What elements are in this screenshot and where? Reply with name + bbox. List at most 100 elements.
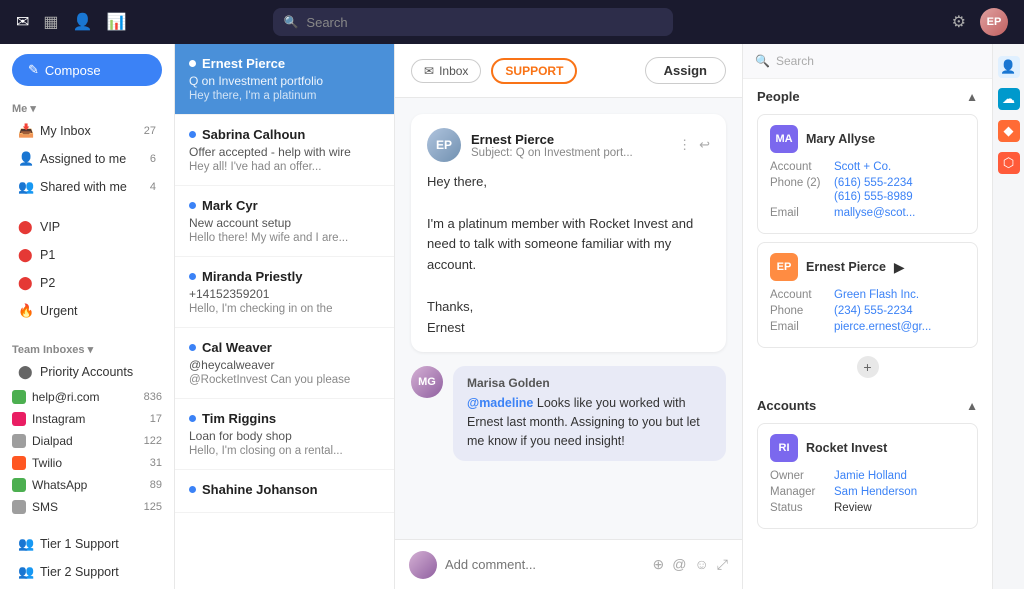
mary-account-row: Account Scott + Co. [770, 161, 965, 173]
conv-item-tim[interactable]: Tim Riggins Loan for body shop Hello, I'… [175, 399, 394, 470]
assigned-icon: 👤 [18, 151, 34, 167]
top-search-input[interactable] [306, 15, 663, 30]
settings-icon[interactable]: ⚙ [952, 12, 966, 32]
sidebar-priority-accounts[interactable]: ⬤ Priority Accounts [6, 359, 168, 385]
assign-button[interactable]: Assign [645, 57, 726, 84]
conv-item-ernest-active[interactable]: Ernest Pierce Q on Investment portfolio … [175, 44, 394, 115]
rocket-avatar: RI [770, 434, 798, 462]
add-person-button[interactable]: + [857, 356, 879, 378]
sidebar-item-my-inbox[interactable]: 📥 My Inbox 27 [6, 118, 168, 144]
sidebar-item-assigned[interactable]: 👤 Assigned to me 6 [6, 146, 168, 172]
contacts-icon[interactable]: 👤 [998, 56, 1020, 78]
comment-action-icons: ⊕ @ ☺ ⤢ [653, 556, 728, 573]
conv-header-cal: Cal Weaver [189, 340, 380, 355]
message-body-line2: I'm a platinum member with Rocket Invest… [427, 214, 710, 276]
rocket-owner-row: Owner Jamie Holland [770, 470, 965, 482]
shared-label: Shared with me [40, 180, 144, 194]
assigned-label: Assigned to me [40, 152, 144, 166]
rocket-status-key: Status [770, 502, 828, 514]
sidebar-tier1[interactable]: 👥 Tier 1 Support [6, 531, 168, 557]
right-search-icon: 🔍 [755, 54, 770, 68]
sidebar-inbox-help[interactable]: help@ri.com 836 [0, 386, 174, 408]
message-body: Hey there, I'm a platinum member with Ro… [427, 172, 710, 338]
mary-avatar: MA [770, 125, 798, 153]
dialpad-label: Dialpad [32, 434, 138, 448]
conv-name-ernest: Ernest Pierce [202, 56, 285, 71]
whatsapp-icon [12, 478, 26, 492]
dialpad-count: 122 [144, 435, 162, 447]
sidebar-item-urgent[interactable]: 🔥 Urgent [6, 298, 168, 324]
hubspot-icon[interactable]: ⬡ [998, 152, 1020, 174]
inbox-badge[interactable]: ✉ Inbox [411, 59, 481, 83]
sidebar-item-vip[interactable]: ⬤ VIP [6, 214, 168, 240]
compose-button[interactable]: ✎ Compose [12, 54, 162, 86]
whatsapp-count: 89 [150, 479, 162, 491]
diamond-icon[interactable]: ◆ [998, 120, 1020, 142]
priority-label: Priority Accounts [40, 365, 156, 379]
chart-icon[interactable]: 📊 [106, 12, 126, 32]
comment-input[interactable] [445, 557, 645, 572]
sidebar-inbox-instagram[interactable]: Instagram 17 [0, 408, 174, 430]
cloud-icon[interactable]: ☁ [998, 88, 1020, 110]
conv-subject-sabrina: Offer accepted - help with wire [189, 145, 380, 159]
conv-name-cal: Cal Weaver [202, 340, 272, 355]
right-search-input[interactable] [776, 54, 980, 68]
comment-avatar [409, 551, 437, 579]
rocket-manager-row: Manager Sam Henderson [770, 486, 965, 498]
people-section: People ▲ MA Mary Allyse Account Scott + … [743, 79, 992, 388]
people-collapse-icon[interactable]: ▲ [966, 90, 978, 104]
accounts-section-title: Accounts [757, 398, 816, 413]
sidebar-tier2[interactable]: 👥 Tier 2 Support [6, 559, 168, 585]
accounts-section-header: Accounts ▲ [757, 398, 978, 413]
sidebar-item-p1[interactable]: ⬤ P1 [6, 242, 168, 268]
conv-item-cal[interactable]: Cal Weaver @heycalweaver @RocketInvest C… [175, 328, 394, 399]
user-icon[interactable]: 👤 [73, 12, 93, 32]
message-body-line1: Hey there, [427, 172, 710, 193]
reply-icon[interactable]: ↩ [699, 137, 710, 153]
conv-name-miranda: Miranda Priestly [202, 269, 302, 284]
accounts-collapse-icon[interactable]: ▲ [966, 399, 978, 413]
accounts-section: Accounts ▲ RI Rocket Invest Owner Jamie … [743, 388, 992, 547]
reply-sender-name: Marisa Golden [467, 376, 712, 390]
conv-item-sabrina[interactable]: Sabrina Calhoun Offer accepted - help wi… [175, 115, 394, 186]
conv-item-miranda[interactable]: Miranda Priestly +14152359201 Hello, I'm… [175, 257, 394, 328]
expand-icon[interactable]: ⤢ [717, 556, 728, 573]
sidebar-inbox-dialpad[interactable]: Dialpad 122 [0, 430, 174, 452]
support-badge[interactable]: SUPPORT [491, 58, 577, 84]
sticker-icon[interactable]: ☺ [695, 556, 709, 573]
people-section-title: People [757, 89, 800, 104]
help-inbox-count: 836 [144, 391, 162, 403]
rocket-name: Rocket Invest [806, 441, 887, 455]
at-icon[interactable]: @ [672, 556, 686, 573]
vip-icon: ⬤ [18, 219, 34, 235]
sidebar-inbox-whatsapp[interactable]: WhatsApp 89 [0, 474, 174, 496]
sms-icon [12, 500, 26, 514]
message-sender-avatar: EP [427, 128, 461, 162]
grid-icon[interactable]: ▦ [43, 12, 58, 32]
conv-item-mark[interactable]: Mark Cyr New account setup Hello there! … [175, 186, 394, 257]
sidebar-item-p2[interactable]: ⬤ P2 [6, 270, 168, 296]
comment-bar: ⊕ @ ☺ ⤢ [395, 539, 742, 589]
rocket-manager-val: Sam Henderson [834, 486, 917, 498]
mary-phone-val: (616) 555-2234 (616) 555-8989 [834, 177, 913, 203]
conv-subject-mark: New account setup [189, 216, 380, 230]
p2-icon: ⬤ [18, 275, 34, 291]
conv-dot-sabrina [189, 131, 196, 138]
message-body-line4: Ernest [427, 318, 710, 339]
sidebar-inbox-twilio[interactable]: Twilio 31 [0, 452, 174, 474]
sidebar-item-shared[interactable]: 👥 Shared with me 4 [6, 174, 168, 200]
ernest-email-row: Email pierce.ernest@gr... [770, 321, 965, 333]
avatar[interactable]: EP [980, 8, 1008, 36]
emoji-icon[interactable]: ⊕ [653, 556, 665, 573]
sidebar-inbox-sms[interactable]: SMS 125 [0, 496, 174, 518]
message-actions: ⋮ ↩ [678, 137, 710, 153]
top-search-bar[interactable]: 🔍 [273, 8, 673, 36]
conv-name-sabrina: Sabrina Calhoun [202, 127, 305, 142]
conv-header-miranda: Miranda Priestly [189, 269, 380, 284]
conv-item-shahine[interactable]: Shahine Johanson [175, 470, 394, 513]
mail-icon[interactable]: ✉ [16, 12, 29, 32]
my-inbox-count: 27 [144, 125, 156, 137]
right-search-bar[interactable]: 🔍 [743, 44, 992, 79]
more-options-icon[interactable]: ⋮ [678, 137, 691, 153]
instagram-icon [12, 412, 26, 426]
